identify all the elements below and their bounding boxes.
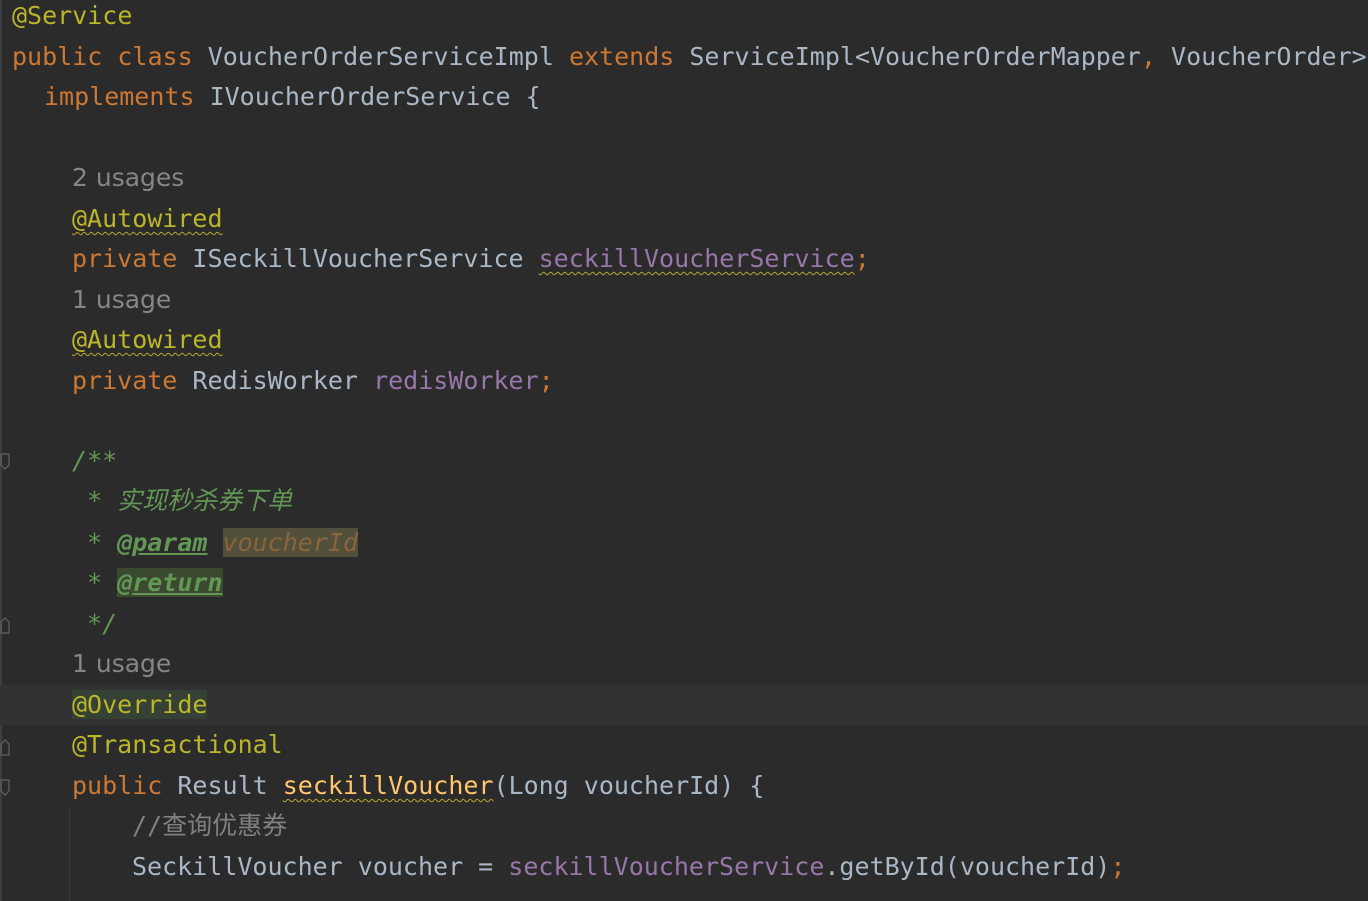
javadoc-star: * [72, 528, 118, 557]
keyword-extends: extends [568, 42, 675, 71]
usages-hint[interactable]: 2 usages [72, 158, 184, 198]
semicolon: ; [538, 366, 554, 395]
method-name: seckillVoucher [282, 771, 494, 800]
field-type: ISeckillVoucherService [192, 244, 524, 273]
keyword-public: public [12, 42, 103, 71]
javadoc-param-tag: @param [117, 528, 208, 557]
semicolon: ; [1110, 852, 1126, 881]
javadoc-star: * [72, 568, 118, 597]
autowired-annotation: @Autowired [72, 204, 223, 233]
code-line[interactable]: /** [0, 441, 1368, 481]
transactional-annotation: @Transactional [72, 730, 283, 759]
code-line[interactable]: @Autowired [0, 199, 1368, 239]
keyword-class: class [117, 42, 193, 71]
code-editor[interactable]: @Service public class VoucherOrderServic… [0, 0, 1368, 901]
keyword-private: private [72, 244, 178, 273]
code-line: 1 usage [0, 280, 1368, 320]
usages-hint[interactable]: 1 usage [72, 644, 171, 684]
code-line[interactable]: implements IVoucherOrderService { [0, 77, 1368, 117]
interface-name: IVoucherOrderService { [209, 82, 541, 111]
field-reference: seckillVoucherService [508, 852, 825, 881]
autowired-annotation: @Autowired [72, 325, 223, 354]
keyword-private: private [72, 366, 178, 395]
javadoc-description: * 实现秒杀券下单 [72, 486, 293, 515]
service-annotation: @Service [12, 1, 133, 30]
semicolon: ; [854, 244, 870, 273]
line-comment: //查询优惠券 [132, 811, 288, 840]
keyword-public: public [72, 771, 163, 800]
super-generic: VoucherOrder> [1171, 42, 1367, 71]
code-line: 2 usages [0, 158, 1368, 198]
javadoc-close: */ [72, 609, 118, 638]
return-type: Result [177, 771, 268, 800]
code-line[interactable]: public class VoucherOrderServiceImpl ext… [0, 37, 1368, 77]
current-code-line[interactable]: @Override [0, 685, 1368, 725]
field-type: RedisWorker [192, 366, 358, 395]
comma: , [1140, 42, 1156, 71]
javadoc-open: /** [72, 446, 118, 475]
method-params: (Long voucherId) { [493, 771, 765, 800]
field-name: seckillVoucherService [538, 244, 855, 273]
code-line[interactable]: SeckillVoucher voucher = seckillVoucherS… [0, 847, 1368, 887]
code-line: 1 usage [0, 644, 1368, 684]
keyword-implements: implements [44, 82, 195, 111]
javadoc-param-name: voucherId [222, 528, 358, 557]
code-line[interactable]: //查询优惠券 [0, 806, 1368, 846]
code-line[interactable]: public Result seckillVoucher(Long vouche… [0, 766, 1368, 806]
code-line[interactable]: private RedisWorker redisWorker; [0, 361, 1368, 401]
class-name: VoucherOrderServiceImpl [207, 42, 554, 71]
code-line[interactable]: * 实现秒杀券下单 [0, 481, 1368, 521]
code-line[interactable]: private ISeckillVoucherService seckillVo… [0, 239, 1368, 279]
code-line[interactable]: * @return [0, 563, 1368, 603]
field-name: redisWorker [373, 366, 539, 395]
code-line[interactable]: @Service [0, 0, 1368, 36]
local-declaration: SeckillVoucher voucher = [132, 852, 509, 881]
super-class: ServiceImpl<VoucherOrderMapper [689, 42, 1141, 71]
code-line[interactable]: @Transactional [0, 725, 1368, 765]
javadoc-return-tag: @return [117, 568, 223, 597]
code-line[interactable]: @Autowired [0, 320, 1368, 360]
code-line[interactable]: * @param voucherId [0, 523, 1368, 563]
code-line[interactable]: */ [0, 604, 1368, 644]
override-annotation: @Override [72, 690, 208, 719]
usages-hint[interactable]: 1 usage [72, 280, 171, 320]
method-call: .getById(voucherId) [824, 852, 1111, 881]
